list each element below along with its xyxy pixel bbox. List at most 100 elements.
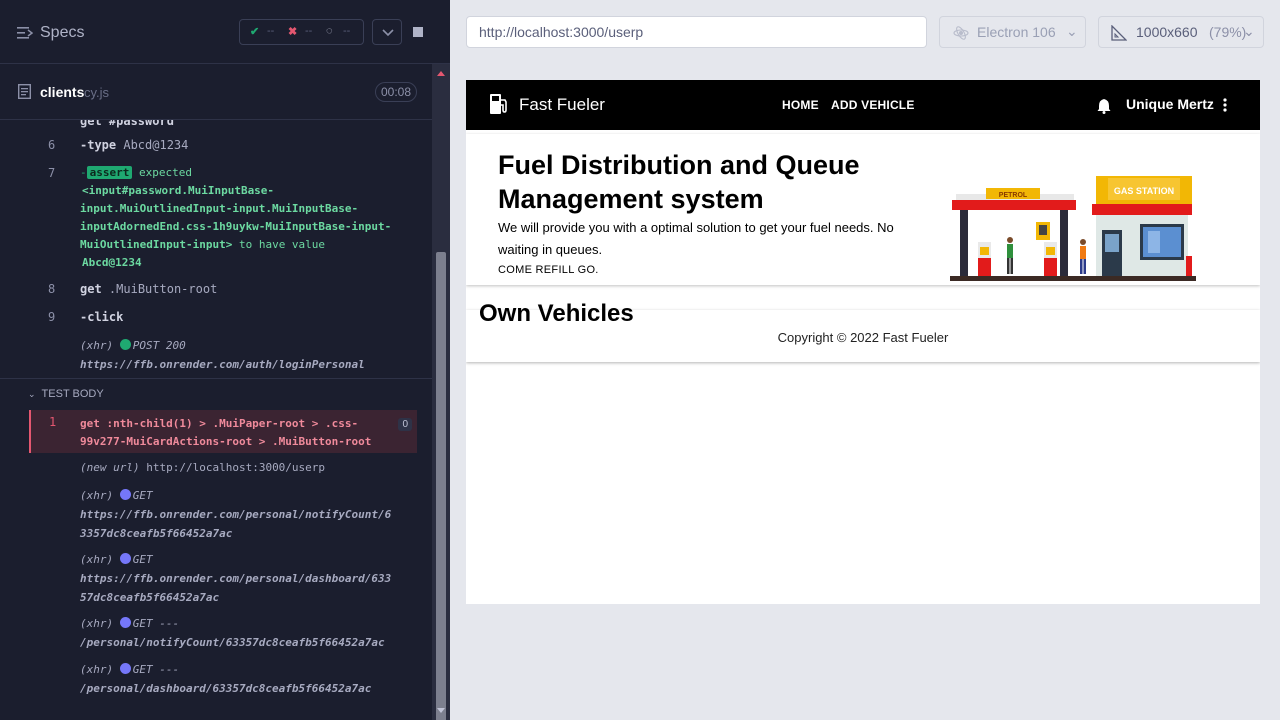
xhr-url: https://ffb.onrender.com/personal/dashbo… [80, 572, 392, 585]
viewport-selector[interactable]: 1000x660 (79%) ⌄ [1098, 16, 1264, 48]
xhr-label: (xhr) [80, 339, 114, 352]
log-scrollbar[interactable] [432, 64, 450, 720]
command-number: 7 [48, 166, 56, 180]
command-name: -type Abcd@1234 [80, 138, 188, 152]
assert-line: inputAdornedEnd.css-1h9uykw-MuiInputBase… [80, 220, 392, 233]
status-dot-icon [119, 617, 131, 628]
assert-line: <input#password.MuiInputBase- [82, 184, 275, 197]
xhr-label: (xhr) [80, 617, 114, 630]
xhr-method: GET --- [132, 617, 180, 630]
command-row[interactable]: 9 -click [0, 310, 432, 330]
file-icon [18, 84, 31, 99]
viewport-size: 1000x660 [1136, 24, 1198, 40]
xhr-url: https://ffb.onrender.com/personal/notify… [80, 508, 392, 521]
xhr-url: 57dc8ceafb5f66452a7ac [80, 591, 220, 604]
passed-count: -- [267, 25, 275, 37]
petrol-sign: PETROL [999, 192, 1028, 199]
command-row[interactable]: 8 get .MuiButton-root [0, 282, 432, 302]
failed-count: -- [305, 25, 313, 37]
command-type: get [80, 282, 102, 296]
command-type: -type [80, 138, 117, 152]
xhr-method: GET [132, 553, 153, 566]
test-stats: ✔ -- ✖ -- ◌ -- [239, 19, 364, 45]
pending-icon: ◌ [326, 25, 333, 37]
divider [0, 378, 432, 379]
assert-row[interactable]: 7 - assert expected <input#password.MuiIn… [0, 166, 432, 270]
xhr-row[interactable]: (xhr) GET https://ffb.onrender.com/perso… [80, 550, 391, 607]
scroll-up-icon[interactable] [432, 66, 450, 80]
hero-text: We will provide you with a optimal solut… [498, 220, 894, 257]
assert-line: MuiOutlinedInput-input> [80, 238, 233, 251]
browser-selector[interactable]: Electron 106 ⌄ [939, 16, 1086, 48]
x-icon: ✖ [288, 26, 298, 38]
copyright-text: Copyright © 2022 Fast Fueler [777, 330, 949, 345]
command-number: 9 [48, 310, 56, 324]
new-url-value: http://localhost:3000/userp [146, 461, 326, 474]
xhr-url: /personal/notifyCount/63357dc8ceafb5f664… [80, 636, 385, 649]
status-dot-icon [119, 339, 131, 350]
failed-selector-line: get :nth-child(1) > .MuiPaper-root > .cs… [80, 417, 359, 430]
command-type: -click [80, 310, 124, 324]
electron-icon [953, 26, 969, 40]
scroll-down-icon[interactable] [432, 704, 450, 718]
command-number: 6 [48, 138, 56, 152]
command-arg: .MuiButton-root [108, 282, 218, 296]
xhr-row[interactable]: (xhr) POST 200 https://ffb.onrender.com/… [0, 336, 432, 376]
chevron-down-icon: ⌄ [1243, 23, 1255, 39]
menu-icon[interactable] [17, 26, 33, 40]
app-bar: Fast Fueler HOME ADD VEHICLE Unique Mert… [466, 80, 1260, 130]
test-body-label: TEST BODY [41, 388, 104, 400]
scrollbar-thumb[interactable] [436, 252, 446, 720]
stop-button[interactable] [403, 19, 433, 45]
section-title: Own Vehicles [479, 300, 634, 327]
hero-cta: COME REFILL GO. [498, 264, 599, 276]
command-row[interactable]: 6 -type Abcd@1234 [0, 138, 432, 158]
auto-scroll-button[interactable] [372, 19, 402, 45]
assert-badge: assert [86, 166, 133, 179]
xhr-row[interactable]: (xhr) GET --- /personal/dashboard/63357d… [80, 660, 371, 698]
match-count-badge: 0 [398, 418, 412, 431]
user-name[interactable]: Unique Mertz [1126, 96, 1214, 112]
chevron-down-icon: ⌄ [1066, 23, 1078, 39]
gas-station-sign: GAS STATION [1114, 186, 1174, 196]
ruler-icon [1111, 25, 1127, 41]
pending-count: -- [343, 25, 351, 37]
status-dot-icon [119, 553, 131, 564]
xhr-url: /personal/dashboard/63357dc8ceafb5f66452… [80, 682, 372, 695]
spec-file-name[interactable]: clients [40, 84, 84, 100]
status-dot-icon [119, 489, 131, 500]
partial-command: get #password [80, 120, 174, 128]
brand-name[interactable]: Fast Fueler [519, 95, 605, 115]
failed-selector-line: 99v277-MuiCardActions-root > .MuiButton-… [80, 435, 372, 448]
nav-home[interactable]: HOME [782, 98, 819, 112]
failed-command-row[interactable]: 1 get :nth-child(1) > .MuiPaper-root > .… [29, 410, 417, 453]
zoom-level: (79%) [1209, 24, 1247, 40]
xhr-label: (xhr) [80, 553, 114, 566]
assert-word: expected [139, 166, 192, 179]
xhr-method: GET --- [132, 663, 180, 676]
assert-text: - assert expected <input#password.MuiInpu… [80, 164, 391, 272]
chevron-down-icon [382, 29, 394, 37]
check-icon: ✔ [250, 26, 260, 38]
xhr-url: 3357dc8ceafb5f66452a7ac [80, 527, 233, 540]
command-row-partial[interactable]: get #password [0, 120, 432, 128]
test-body-header[interactable]: ⌄ TEST BODY [28, 388, 104, 400]
xhr-row[interactable]: (xhr) GET https://ffb.onrender.com/perso… [80, 486, 391, 543]
spec-file-row: clients cy.js 00:08 [0, 64, 432, 120]
more-vert-icon[interactable] [1222, 98, 1228, 112]
assert-value: Abcd@1234 [82, 256, 142, 269]
new-url-row[interactable]: (new url) http://localhost:3000/userp [80, 458, 325, 477]
xhr-row[interactable]: (xhr) GET --- /personal/notifyCount/6335… [80, 614, 385, 652]
xhr-method: GET [132, 489, 153, 502]
bell-icon[interactable] [1097, 98, 1111, 114]
run-duration: 00:08 [375, 82, 418, 102]
command-arg: Abcd@1234 [123, 138, 189, 152]
nav-add-vehicle[interactable]: ADD VEHICLE [831, 98, 915, 112]
xhr-label: (xhr) [80, 663, 114, 676]
url-bar[interactable]: http://localhost:3000/userp [466, 16, 927, 48]
xhr-method: POST 200 [132, 339, 186, 352]
specs-label[interactable]: Specs [40, 24, 84, 42]
assert-tail: to have value [238, 238, 326, 251]
command-number: 8 [48, 282, 56, 296]
chevron-down-icon: ⌄ [28, 389, 36, 399]
